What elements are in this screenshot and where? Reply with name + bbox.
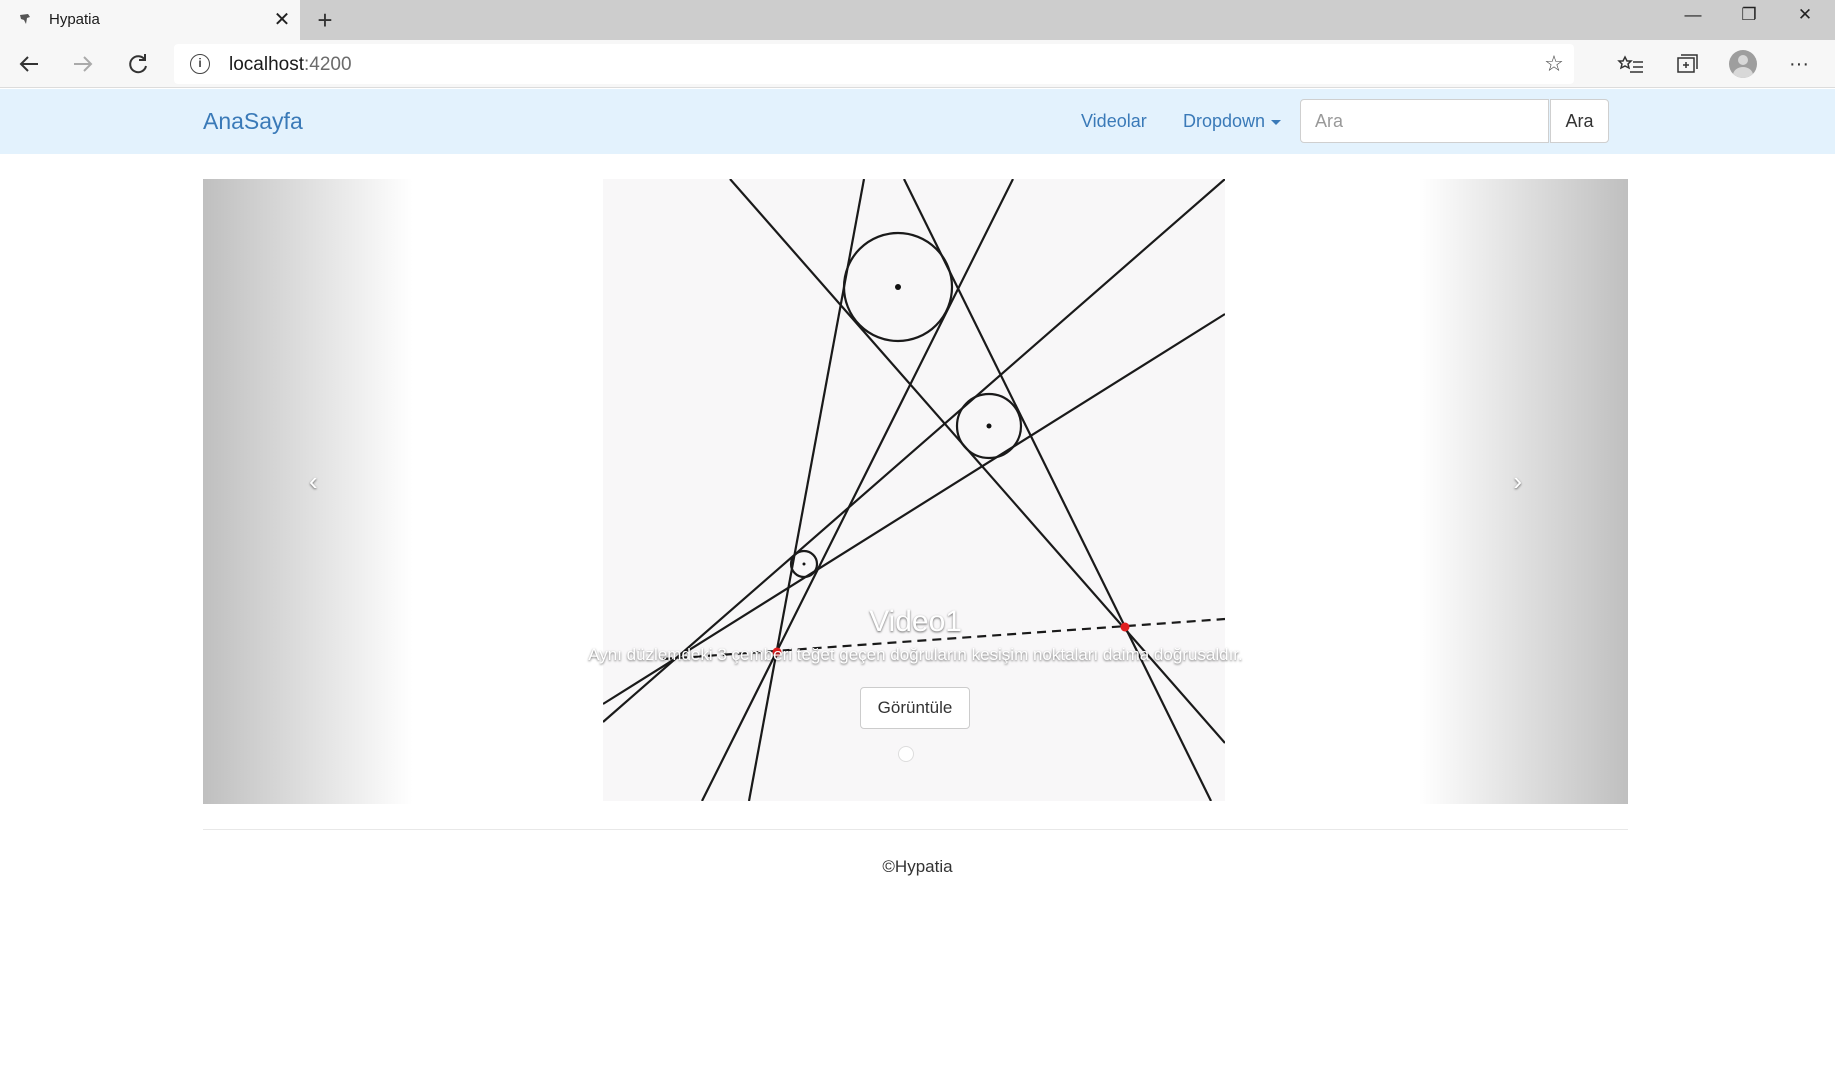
favorites-icon[interactable] <box>1614 47 1648 81</box>
browser-toolbar: i localhost:4200 ☆ ··· <box>0 40 1835 88</box>
brand-link[interactable]: AnaSayfa <box>203 108 303 135</box>
minimize-icon[interactable]: — <box>1665 0 1721 32</box>
slide-caption: Video1 Aynı düzlemdeki 3 çemberi teğet g… <box>203 604 1628 666</box>
chevron-left-icon: ‹ <box>309 466 318 496</box>
new-tab-icon[interactable]: + <box>310 5 340 35</box>
video-carousel: ‹ › Video1 Aynı düzlemdeki 3 çemberi teğ… <box>203 179 1628 804</box>
carousel-prev-button[interactable]: ‹ <box>203 179 413 804</box>
tab-close-icon[interactable]: ✕ <box>270 8 294 32</box>
forward-icon[interactable] <box>66 47 100 81</box>
nav-dropdown[interactable]: Dropdown <box>1183 111 1282 132</box>
site-favicon-icon <box>20 14 30 24</box>
collections-icon[interactable] <box>1669 47 1703 81</box>
address-bar[interactable]: i localhost:4200 ☆ <box>174 44 1574 84</box>
refresh-icon[interactable] <box>121 47 155 81</box>
chevron-right-icon: › <box>1513 466 1522 496</box>
caret-down-icon <box>1271 119 1282 125</box>
more-options-icon[interactable]: ··· <box>1782 47 1816 81</box>
search-button[interactable]: Ara <box>1550 99 1609 143</box>
back-icon[interactable] <box>12 47 46 81</box>
profile-avatar-icon[interactable] <box>1729 50 1757 78</box>
site-info-icon[interactable]: i <box>190 54 210 74</box>
footer-divider <box>203 829 1628 830</box>
restore-icon[interactable]: ❐ <box>1721 0 1777 32</box>
footer-text: ©Hypatia <box>882 857 953 876</box>
favorite-star-icon[interactable]: ☆ <box>1540 50 1568 78</box>
slide-title: Video1 <box>869 605 962 638</box>
tab-title: Hypatia <box>49 11 100 28</box>
search-input[interactable] <box>1300 99 1549 143</box>
url-text[interactable]: localhost:4200 <box>229 54 352 76</box>
view-video-button[interactable]: Görüntüle <box>860 687 970 729</box>
browser-tab[interactable]: Hypatia ✕ <box>0 0 300 40</box>
carousel-indicator[interactable] <box>898 746 914 762</box>
slide-description: Aynı düzlemdeki 3 çemberi teğet geçen do… <box>588 645 1243 664</box>
site-navbar: AnaSayfa Videolar Dropdown Ara <box>0 89 1835 154</box>
browser-tabstrip: Hypatia ✕ + — ❐ ✕ <box>0 0 1835 40</box>
nav-link-videolar[interactable]: Videolar <box>1081 111 1147 132</box>
carousel-next-button[interactable]: › <box>1418 179 1628 804</box>
window-close-icon[interactable]: ✕ <box>1777 0 1833 32</box>
